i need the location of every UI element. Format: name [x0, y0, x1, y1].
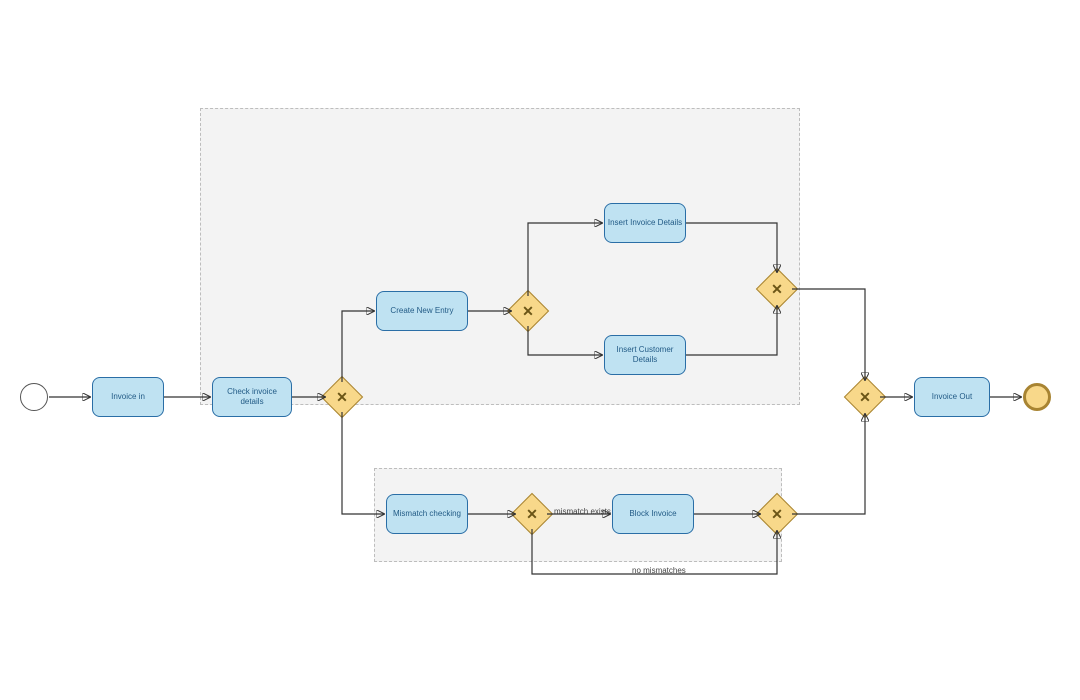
- task-insert-invoice-details[interactable]: Insert Invoice Details: [604, 203, 686, 243]
- task-check-invoice-details[interactable]: Check invoice details: [212, 377, 292, 417]
- task-label: Mismatch checking: [393, 509, 461, 519]
- edge-label-mismatch-exists: mismatch exists: [554, 507, 611, 516]
- edge-label-no-mismatches: no mismatches: [632, 566, 686, 575]
- start-event[interactable]: [20, 383, 48, 411]
- gateway-parallel-join[interactable]: [762, 274, 792, 304]
- gateway-parallel-split[interactable]: [513, 296, 543, 326]
- gateway-split-main[interactable]: [327, 382, 357, 412]
- task-invoice-out[interactable]: Invoice Out: [914, 377, 990, 417]
- task-label: Invoice Out: [932, 392, 972, 402]
- task-insert-customer-details[interactable]: Insert Customer Details: [604, 335, 686, 375]
- gateway-mismatch[interactable]: [517, 499, 547, 529]
- task-create-new-entry[interactable]: Create New Entry: [376, 291, 468, 331]
- task-label: Block Invoice: [629, 509, 676, 519]
- task-label: Insert Customer Details: [607, 345, 683, 365]
- task-mismatch-checking[interactable]: Mismatch checking: [386, 494, 468, 534]
- task-label: Insert Invoice Details: [608, 218, 682, 228]
- task-label: Invoice in: [111, 392, 145, 402]
- task-label: Create New Entry: [390, 306, 453, 316]
- task-invoice-in[interactable]: Invoice in: [92, 377, 164, 417]
- end-event[interactable]: [1023, 383, 1051, 411]
- group-upper: [200, 108, 800, 405]
- task-label: Check invoice details: [215, 387, 289, 407]
- gateway-final-join[interactable]: [850, 382, 880, 412]
- gateway-mismatch-join[interactable]: [762, 499, 792, 529]
- bpmn-canvas: Invoice in Check invoice details Create …: [0, 0, 1080, 700]
- task-block-invoice[interactable]: Block Invoice: [612, 494, 694, 534]
